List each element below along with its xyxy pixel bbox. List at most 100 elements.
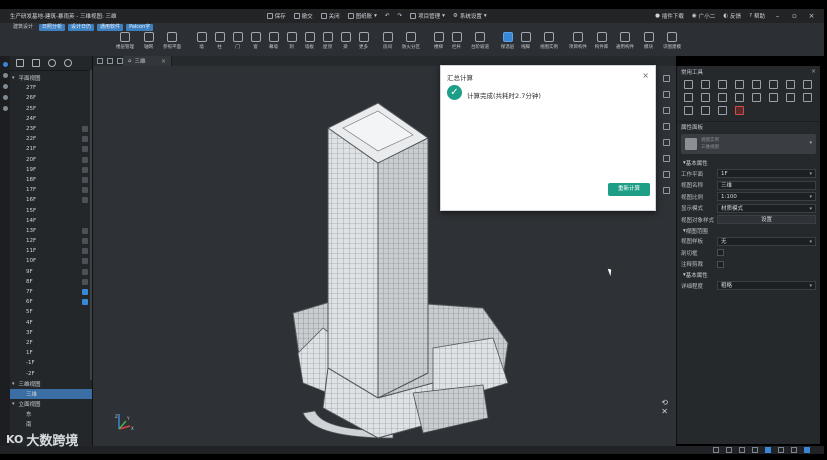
tree-group-plan[interactable]: ▾ 平面视图 xyxy=(10,73,92,83)
tree-item-floor[interactable]: 21F xyxy=(10,144,92,154)
type-selector[interactable]: 视图实例 三维视图 ▾ xyxy=(681,134,816,154)
tree-item-floor[interactable]: 20F xyxy=(10,155,92,165)
visibility-toggle[interactable] xyxy=(82,238,88,244)
clipboard-button[interactable]: 图纸账 ▾ xyxy=(347,12,377,20)
tree-item-floor[interactable]: 2F xyxy=(10,338,92,348)
railing-tool[interactable]: 栏杆 xyxy=(449,32,464,50)
recalculate-button[interactable]: 重新计算 xyxy=(608,183,650,196)
tree-group-3d[interactable]: ▾ 三维视图 xyxy=(10,379,92,389)
property-checkbox[interactable] xyxy=(717,249,724,256)
mirror-icon[interactable] xyxy=(769,80,778,89)
roof-tool[interactable]: 屋顶 xyxy=(320,32,335,50)
tree-item-floor[interactable]: -1F xyxy=(10,358,92,368)
view-instance-tool[interactable]: 视图实例 xyxy=(536,32,562,50)
scale-icon[interactable] xyxy=(684,93,693,102)
maximize-button[interactable]: ▫ xyxy=(790,12,799,21)
close-window-button[interactable]: × xyxy=(807,12,816,21)
tab-3d-view[interactable]: ⌂ 三维 × xyxy=(123,56,172,66)
visibility-toggle[interactable] xyxy=(82,227,88,234)
split-icon[interactable] xyxy=(803,80,812,89)
project-manage-button[interactable]: 项目管理 ▾ xyxy=(410,12,445,20)
dimension-icon[interactable] xyxy=(701,106,710,115)
copy-icon[interactable] xyxy=(701,80,710,89)
undo-button[interactable]: ↶ xyxy=(385,12,390,20)
tree-item-floor[interactable]: 5F xyxy=(10,307,92,317)
settings-icon[interactable] xyxy=(64,59,72,67)
section-view-range[interactable]: ▾ 视图范围 xyxy=(677,226,820,236)
align-icon[interactable] xyxy=(735,80,744,89)
visibility-toggle[interactable] xyxy=(82,197,88,204)
visibility-toggle[interactable] xyxy=(82,288,88,295)
tree-item-floor[interactable]: 13F xyxy=(10,226,92,236)
visibility-toggle[interactable] xyxy=(82,299,88,306)
fire-zone-tool[interactable]: 防火分区 xyxy=(398,32,424,50)
tree-item-floor[interactable]: 3F xyxy=(10,328,92,338)
tab-architecture-design[interactable]: 建筑设计 xyxy=(10,24,36,31)
stair-tool[interactable]: 楼梯 xyxy=(431,32,446,50)
settings-strip-icon[interactable] xyxy=(662,187,670,194)
property-button[interactable]: 设置 xyxy=(717,215,816,225)
help-button[interactable]: ? 帮助 xyxy=(749,12,765,20)
visibility-toggle[interactable] xyxy=(82,125,88,132)
tree-item-floor[interactable]: 26F xyxy=(10,93,92,103)
wall-panel-tool[interactable]: 墙板 xyxy=(302,32,317,50)
visibility-toggle[interactable] xyxy=(82,258,88,265)
tab-palcon[interactable]: Palcon字 xyxy=(126,24,154,31)
axis-grid-tool[interactable]: 轴网 xyxy=(141,32,156,50)
tree-item-floor[interactable]: 16F xyxy=(10,195,92,205)
tree-item-floor[interactable]: 27F xyxy=(10,83,92,93)
component-library-tool[interactable]: 构件库 xyxy=(594,32,609,50)
visibility-toggle[interactable] xyxy=(82,146,88,153)
property-input[interactable]: 三维 xyxy=(717,180,816,190)
tree-item-floor[interactable]: 7F xyxy=(10,287,92,297)
reference-plane-tool[interactable]: 参照平面 xyxy=(159,32,185,50)
tree-item-floor[interactable]: 4F xyxy=(10,318,92,328)
offset-icon[interactable] xyxy=(752,80,761,89)
module-tool[interactable]: 模块 xyxy=(641,32,656,50)
strip-icon-b[interactable] xyxy=(662,91,670,98)
tab-design-calendar[interactable]: 设计日仍 xyxy=(68,24,95,31)
status-icon-8[interactable] xyxy=(804,447,810,453)
tag-icon[interactable] xyxy=(718,106,727,115)
window-tool[interactable]: 窗 xyxy=(248,32,263,50)
column-tool[interactable]: 柱 xyxy=(212,32,227,50)
property-select[interactable]: 1:100 ▾ xyxy=(717,192,816,202)
tree-item-floor[interactable]: 18F xyxy=(10,175,92,185)
opening-tool[interactable]: 洞 xyxy=(284,32,299,50)
move-icon[interactable] xyxy=(684,80,693,89)
strip-icon-f[interactable] xyxy=(662,155,670,162)
share-icon[interactable] xyxy=(662,171,670,178)
strip-icon-d[interactable] xyxy=(662,123,670,130)
array-icon[interactable] xyxy=(786,80,795,89)
property-select[interactable]: 无 ▾ xyxy=(717,236,816,246)
panel-toggle-icon[interactable] xyxy=(16,59,24,67)
visibility-toggle[interactable] xyxy=(82,187,88,194)
tree-item-floor[interactable]: 17F xyxy=(10,185,92,195)
tab-arrange-icon[interactable] xyxy=(107,58,113,64)
tree-item-floor[interactable]: 6F xyxy=(10,297,92,307)
beam-tool[interactable]: 梁 xyxy=(338,32,353,50)
status-icon-7[interactable] xyxy=(791,447,797,453)
strip-icon-e[interactable] xyxy=(662,139,670,146)
section-basic[interactable]: ▾ 基本属性 xyxy=(677,158,820,168)
rotate-icon[interactable] xyxy=(718,80,727,89)
status-icon-6[interactable] xyxy=(778,447,784,453)
strip-icon-views[interactable] xyxy=(2,73,8,78)
system-settings-button[interactable]: ⚙ 系统设置 ▾ xyxy=(453,12,487,20)
user-menu[interactable]: ◉ 广小二 xyxy=(692,12,715,20)
room-tool[interactable]: 房间 xyxy=(380,32,395,50)
status-icon-5[interactable] xyxy=(765,447,771,453)
tab-list-icon[interactable] xyxy=(97,58,103,64)
tree-item-3d-view[interactable]: 三维 xyxy=(10,388,92,399)
close-doc-button[interactable]: 关闭 xyxy=(320,12,340,20)
section-basic-2[interactable]: ▾ 基本属性 xyxy=(677,270,820,280)
close-icon[interactable]: × xyxy=(642,71,649,80)
tree-item-floor[interactable]: 23F xyxy=(10,124,92,134)
tree-item-floor[interactable]: 19F xyxy=(10,165,92,175)
tree-item-floor[interactable]: 8F xyxy=(10,277,92,287)
tree-item-floor[interactable]: 11F xyxy=(10,246,92,256)
tree-item-floor[interactable]: 1F xyxy=(10,348,92,358)
strip-icon-sheets[interactable] xyxy=(2,95,8,100)
filter-icon[interactable] xyxy=(32,59,40,67)
strip-icon-project[interactable] xyxy=(2,62,8,67)
